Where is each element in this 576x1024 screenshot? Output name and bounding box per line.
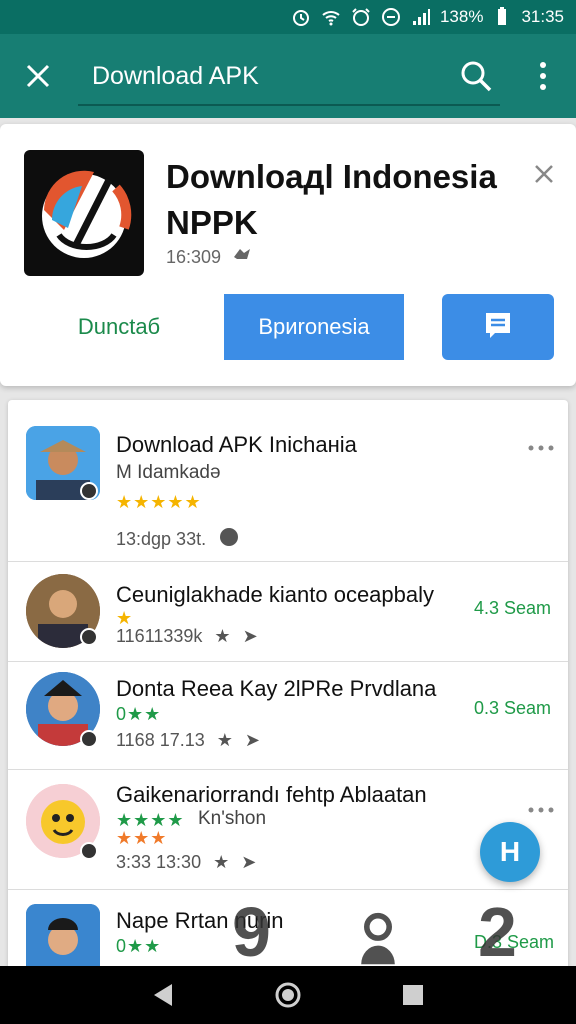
item-meta-text: 3:33 13:30 [116, 852, 202, 872]
overlay-glyph: 9 [232, 893, 271, 971]
app-logo-icon[interactable] [24, 150, 144, 276]
send-icon: ➤ [244, 730, 260, 750]
do-not-disturb-icon [380, 6, 402, 28]
item-subtitle: Kn'shon [198, 808, 267, 829]
app-meta-text: 16:309 [166, 247, 222, 267]
nav-bar [0, 966, 576, 1024]
item-meta-text: 13:dgp 33t. [116, 529, 207, 549]
app-title: Downloaдl Indonesia NPPK [166, 158, 497, 241]
search-field[interactable]: Download APK [78, 52, 500, 106]
back-icon[interactable] [148, 980, 178, 1010]
status-badge [80, 730, 98, 748]
list-item[interactable]: Donta Reea Kay 2lPRe Prvdlana 0★★ 1168 1… [8, 662, 568, 770]
status-bar: 138% 31:35 [0, 0, 576, 34]
item-meta: 3:33 13:30 ★ ➤ [116, 852, 256, 873]
item-name: Ceuniglakhade kianto oceapbaly [116, 582, 435, 607]
list-item[interactable]: Download APK Inichaнia M Idamkadǝ ★★★★★ … [8, 400, 568, 562]
rating-stars: ★★★★★ [116, 492, 202, 512]
more-horiz-icon[interactable] [526, 440, 556, 451]
item-meta-text: 1168 17.13 [116, 730, 205, 750]
list-item[interactable]: Ceuniglakhade kianto oceapbaly ★ 1161133… [8, 562, 568, 662]
verified-icon [231, 244, 253, 271]
download-button[interactable]: Dunctaб [24, 294, 214, 360]
alarm-clock-icon [350, 6, 372, 28]
item-name: Download APK Inichaнia [116, 432, 357, 457]
send-icon: ➤ [241, 852, 257, 872]
battery-icon [491, 6, 513, 28]
recents-icon[interactable] [398, 980, 428, 1010]
dismiss-icon[interactable] [528, 158, 560, 190]
globe-icon [218, 526, 240, 553]
status-badge [80, 628, 98, 646]
search-icon[interactable] [458, 58, 494, 94]
star-icon: ★ [214, 626, 231, 646]
item-name: Donta Reea Kay 2lPRe Prvdlana [116, 676, 437, 701]
item-name: Gaikenariorrandı fehtp Ablaatan [116, 782, 427, 807]
status-badge [80, 842, 98, 860]
signal-icon [410, 6, 432, 28]
item-meta: 1168 17.13 ★ ➤ [116, 730, 260, 751]
clock: 31:35 [521, 7, 564, 26]
battery-percent: 138% [439, 7, 484, 26]
avatar [26, 904, 100, 970]
primary-button[interactable]: Вpиronesia [224, 294, 404, 360]
feedback-icon [483, 310, 513, 345]
home-icon[interactable] [273, 980, 303, 1010]
compose-button[interactable]: H [480, 822, 540, 882]
feedback-button[interactable] [442, 294, 554, 360]
search-query[interactable]: Download APK [92, 62, 259, 91]
item-meta: 13:dgp 33t. [116, 526, 240, 553]
more-horiz-icon[interactable] [526, 802, 556, 813]
close-icon[interactable] [22, 60, 54, 92]
item-subtitle: M Idamkadǝ [116, 462, 221, 483]
wifi-icon [320, 6, 342, 28]
star-icon: ★ [213, 852, 230, 872]
person-icon [356, 904, 400, 965]
rating-stars-secondary: ★★★ [116, 828, 168, 848]
item-size: 4.3 Seam [474, 598, 552, 618]
overlay-glyph: 2 [478, 893, 517, 971]
alarm-icon [290, 6, 312, 28]
star-icon: ★ [216, 730, 233, 750]
list-item[interactable]: Gaikenariorrandı fehtp Ablaatan ★★★★ Kn'… [8, 770, 568, 890]
status-badge [80, 482, 98, 500]
rating-stars: 0★★ [116, 936, 162, 956]
send-icon: ➤ [242, 626, 258, 646]
featured-app-card: Downloaдl Indonesia NPPK 16:309 Dunctaб … [0, 124, 576, 386]
app-list: Download APK Inichaнia M Idamkadǝ ★★★★★ … [8, 400, 568, 970]
item-size: 0.3 Seam [474, 698, 552, 718]
more-vert-icon[interactable] [530, 58, 556, 94]
app-meta: 16:309 [166, 244, 253, 271]
rating-stars: 0★★ [116, 704, 162, 724]
app-bar: Download APK [0, 34, 576, 118]
item-meta: 11611339k ★ ➤ [116, 626, 258, 647]
item-meta-text: 11611339k [116, 626, 203, 646]
